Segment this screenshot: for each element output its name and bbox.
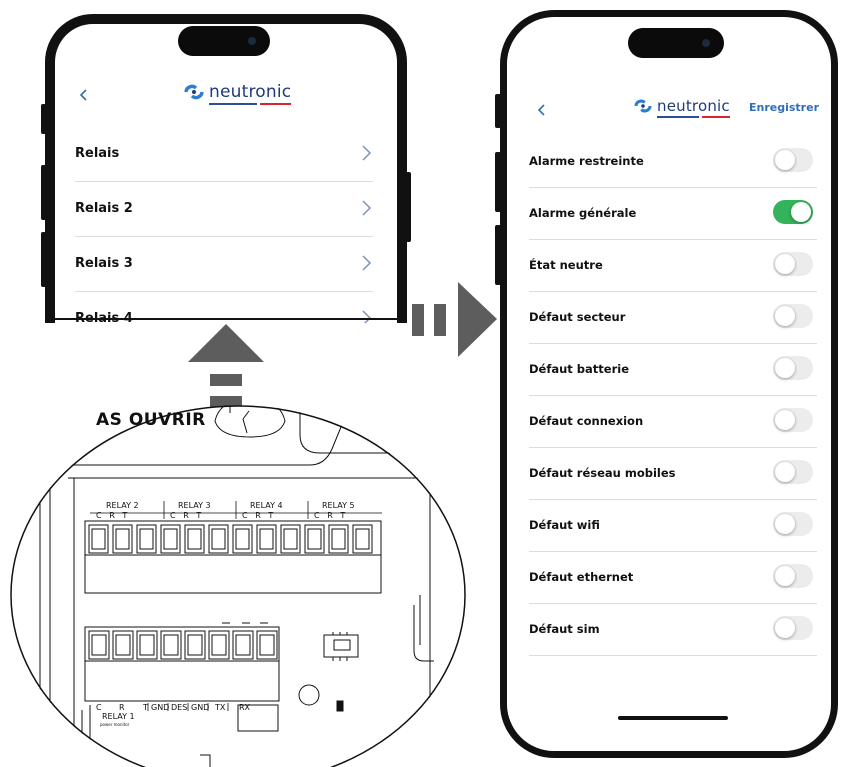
relay-3-label: RELAY 3 xyxy=(178,501,211,510)
toggle-knob xyxy=(791,202,811,222)
chevron-left-icon xyxy=(537,104,545,116)
neutronic-logo-icon xyxy=(184,84,204,100)
neutronic-logo: neutronic xyxy=(183,82,292,105)
toggle-switch[interactable] xyxy=(773,460,813,484)
toggle-knob xyxy=(775,618,795,638)
setting-row-defaut-batterie: Défaut batterie xyxy=(529,343,817,396)
toggle-knob xyxy=(775,462,795,482)
toggle-switch[interactable] xyxy=(773,252,813,276)
left-phone: neutronic Relais Relais 2 Relais 3 Relai… xyxy=(41,0,411,323)
setting-row-defaut-reseau-mobiles: Défaut réseau mobiles xyxy=(529,447,817,500)
board-drawing xyxy=(10,405,466,767)
list-item-label: Relais 3 xyxy=(75,256,133,271)
list-item-relais[interactable]: Relais xyxy=(75,127,373,182)
logo-text: neutronic xyxy=(657,97,730,118)
pin-c: C xyxy=(96,703,102,712)
relay-1-sublabel: power monitor xyxy=(100,722,130,727)
setting-label: Alarme restreinte xyxy=(529,154,644,168)
up-arrow-icon xyxy=(188,322,264,412)
list-item-relais-2[interactable]: Relais 2 xyxy=(75,182,373,237)
chevron-left-icon xyxy=(79,89,87,101)
relay-4-pins: C R T xyxy=(242,511,274,520)
setting-label: Défaut wifi xyxy=(529,518,600,532)
toggle-knob xyxy=(775,514,795,534)
toggle-knob xyxy=(775,410,795,430)
toggle-switch[interactable] xyxy=(773,304,813,328)
setting-row-defaut-connexion: Défaut connexion xyxy=(529,395,817,448)
right-phone: neutronic Enregistrer Alarme restreinte … xyxy=(495,10,843,758)
toggle-knob xyxy=(775,358,795,378)
camera-icon xyxy=(702,39,710,47)
app-header: neutronic Enregistrer xyxy=(509,97,829,137)
setting-label: Défaut secteur xyxy=(529,310,626,324)
relay-1-label: RELAY 1 xyxy=(102,712,135,721)
setting-row-defaut-ethernet: Défaut ethernet xyxy=(529,551,817,604)
app-header: neutronic xyxy=(55,80,397,120)
setting-label: Défaut réseau mobiles xyxy=(529,466,676,480)
toggle-switch[interactable] xyxy=(773,564,813,588)
right-arrow-icon xyxy=(412,282,497,357)
setting-row-defaut-wifi: Défaut wifi xyxy=(529,499,817,552)
setting-row-alarme-generale: Alarme générale xyxy=(529,187,817,240)
pin-r: R xyxy=(119,703,125,712)
home-indicator[interactable] xyxy=(618,716,728,720)
toggle-switch[interactable] xyxy=(773,512,813,536)
relay-5-pins: C R T xyxy=(314,511,346,520)
toggle-switch[interactable] xyxy=(773,148,813,172)
setting-label: État neutre xyxy=(529,258,603,272)
toggle-knob xyxy=(775,254,795,274)
chevron-right-icon xyxy=(362,310,372,323)
pin-des: DES xyxy=(171,703,188,712)
back-button[interactable] xyxy=(79,86,87,105)
setting-label: Défaut ethernet xyxy=(529,570,634,584)
setting-row-alarme-restreinte: Alarme restreinte xyxy=(529,135,817,188)
camera-icon xyxy=(248,37,256,45)
toggle-knob xyxy=(775,566,795,586)
setting-label: Défaut batterie xyxy=(529,362,629,376)
setting-label: Alarme générale xyxy=(529,206,637,220)
warning-text: AS OUVRIR xyxy=(96,410,206,430)
toggle-knob xyxy=(775,306,795,326)
phone-screen: neutronic Enregistrer Alarme restreinte … xyxy=(509,19,829,749)
list-item-label: Relais xyxy=(75,146,120,161)
pin-tx: TX xyxy=(215,703,226,712)
relay-2-label: RELAY 2 xyxy=(106,501,139,510)
back-button[interactable] xyxy=(537,101,545,120)
list-item-relais-3[interactable]: Relais 3 xyxy=(75,237,373,292)
pin-rx: RX xyxy=(239,703,251,712)
relay-2-pins: C R T xyxy=(96,511,128,520)
toggle-switch[interactable] xyxy=(773,408,813,432)
dynamic-island xyxy=(178,26,270,56)
pin-t: T xyxy=(143,703,148,712)
setting-label: Défaut connexion xyxy=(529,414,644,428)
setting-label: Défaut sim xyxy=(529,622,600,636)
phone-screen: neutronic Relais Relais 2 Relais 3 Relai… xyxy=(55,24,397,323)
logo-text: neutronic xyxy=(209,82,292,105)
toggle-knob xyxy=(775,150,795,170)
toggle-switch[interactable] xyxy=(773,356,813,380)
list-item-label: Relais 2 xyxy=(75,201,133,216)
setting-row-defaut-secteur: Défaut secteur xyxy=(529,291,817,344)
neutronic-logo: neutronic xyxy=(633,97,730,118)
pin-gnd-2: GND xyxy=(191,703,210,712)
relay-4-label: RELAY 4 xyxy=(250,501,283,510)
relay-5-label: RELAY 5 xyxy=(322,501,355,510)
crop-edge xyxy=(55,318,397,320)
setting-row-defaut-sim: Défaut sim xyxy=(529,603,817,656)
save-button[interactable]: Enregistrer xyxy=(749,101,819,114)
neutronic-logo-icon xyxy=(634,99,652,113)
chevron-right-icon xyxy=(362,145,372,161)
pin-gnd: GND xyxy=(151,703,170,712)
chevron-right-icon xyxy=(362,200,372,216)
toggle-switch[interactable] xyxy=(773,200,813,224)
setting-row-etat-neutre: État neutre xyxy=(529,239,817,292)
circuit-board-illustration: AS OUVRIR RELAY 2 RELAY 3 RELAY 4 RELAY … xyxy=(10,405,488,767)
relay-3-pins: C R T xyxy=(170,511,202,520)
chevron-right-icon xyxy=(362,255,372,271)
dynamic-island xyxy=(628,28,724,58)
toggle-switch[interactable] xyxy=(773,616,813,640)
